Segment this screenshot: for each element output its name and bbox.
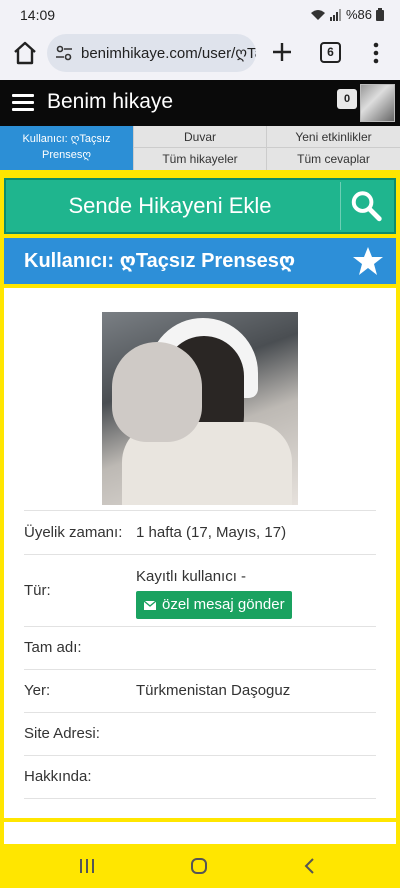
wifi-icon xyxy=(310,9,325,20)
system-nav-bar xyxy=(0,844,400,888)
type-value: Kayıtlı kullanıcı - xyxy=(136,568,247,585)
search-icon[interactable] xyxy=(340,182,392,230)
location-label: Yer: xyxy=(24,682,51,699)
tab-user-profile[interactable]: Kullanıcı: ღTaçsız Prensesღ xyxy=(0,126,133,170)
recent-apps-icon[interactable] xyxy=(78,856,96,876)
browser-toolbar: benimhikaye.com/user/ღTa 6 xyxy=(0,30,400,80)
row-fullname: Tam adı: xyxy=(24,626,376,669)
new-tab-icon[interactable] xyxy=(270,40,294,64)
next-card xyxy=(4,822,396,844)
row-member-since: Üyelik zamanı: 1 hafta (17, Mayıs, 17) xyxy=(24,510,376,554)
battery-percent: %86 xyxy=(345,7,372,22)
add-story-bar: Sende Hikayeni Ekle xyxy=(4,178,396,234)
avatar[interactable] xyxy=(360,84,395,122)
user-title-bar: Kullanıcı: ღTaçsız Prensesღ xyxy=(4,238,396,284)
hamburger-menu-icon[interactable] xyxy=(12,94,34,112)
row-location: Yer: Türkmenistan Daşoguz xyxy=(24,669,376,712)
status-bar: 14:09 %86 xyxy=(0,0,400,30)
more-menu-icon[interactable] xyxy=(366,40,386,66)
fullname-label: Tam adı: xyxy=(24,639,82,656)
site-settings-icon[interactable] xyxy=(55,44,73,62)
url-text: benimhikaye.com/user/ღTa xyxy=(81,45,256,62)
battery-icon xyxy=(376,8,384,21)
site-title[interactable]: Benim hikaye xyxy=(47,90,173,114)
private-message-label: özel mesaj gönder xyxy=(162,596,285,613)
tab-new-activities[interactable]: Yeni etkinlikler xyxy=(266,126,400,148)
row-website: Site Adresi: xyxy=(24,712,376,755)
notification-badge[interactable]: 0 xyxy=(337,89,357,109)
profile-card: Üyelik zamanı: 1 hafta (17, Mayıs, 17) T… xyxy=(4,288,396,818)
profile-photo xyxy=(102,312,298,505)
row-about: Hakkında: xyxy=(24,755,376,799)
star-icon[interactable] xyxy=(352,246,384,276)
add-story-button[interactable]: Sende Hikayeni Ekle xyxy=(6,180,334,232)
member-since-value: 1 hafta (17, Mayıs, 17) xyxy=(136,524,287,541)
status-time: 14:09 xyxy=(20,7,56,23)
page-title: Kullanıcı: ღTaçsız Prensesღ xyxy=(24,250,296,272)
signal-icon xyxy=(329,8,341,21)
home-nav-icon[interactable] xyxy=(189,856,209,876)
private-message-button[interactable]: özel mesaj gönder xyxy=(136,591,292,619)
back-nav-icon[interactable] xyxy=(302,856,318,876)
tab-switcher-button[interactable]: 6 xyxy=(320,42,341,63)
nav-tabs: Kullanıcı: ღTaçsız Prensesღ Duvar Yeni e… xyxy=(0,126,400,170)
row-type: Tür: Kayıtlı kullanıcı - özel mesaj gönd… xyxy=(24,554,376,626)
tab-all-answers[interactable]: Tüm cevaplar xyxy=(266,148,400,170)
envelope-icon xyxy=(144,600,156,610)
address-bar[interactable]: benimhikaye.com/user/ღTa xyxy=(47,34,256,72)
home-icon[interactable] xyxy=(12,40,38,66)
tab-all-stories[interactable]: Tüm hikayeler xyxy=(133,148,266,170)
member-since-label: Üyelik zamanı: xyxy=(24,524,123,541)
site-header: Benim hikaye 0 xyxy=(0,80,400,126)
website-label: Site Adresi: xyxy=(24,725,100,742)
type-label: Tür: xyxy=(24,582,51,599)
tab-wall[interactable]: Duvar xyxy=(133,126,266,148)
location-value: Türkmenistan Daşoguz xyxy=(136,682,291,699)
about-label: Hakkında: xyxy=(24,768,92,785)
status-icons: %86 xyxy=(310,7,384,22)
